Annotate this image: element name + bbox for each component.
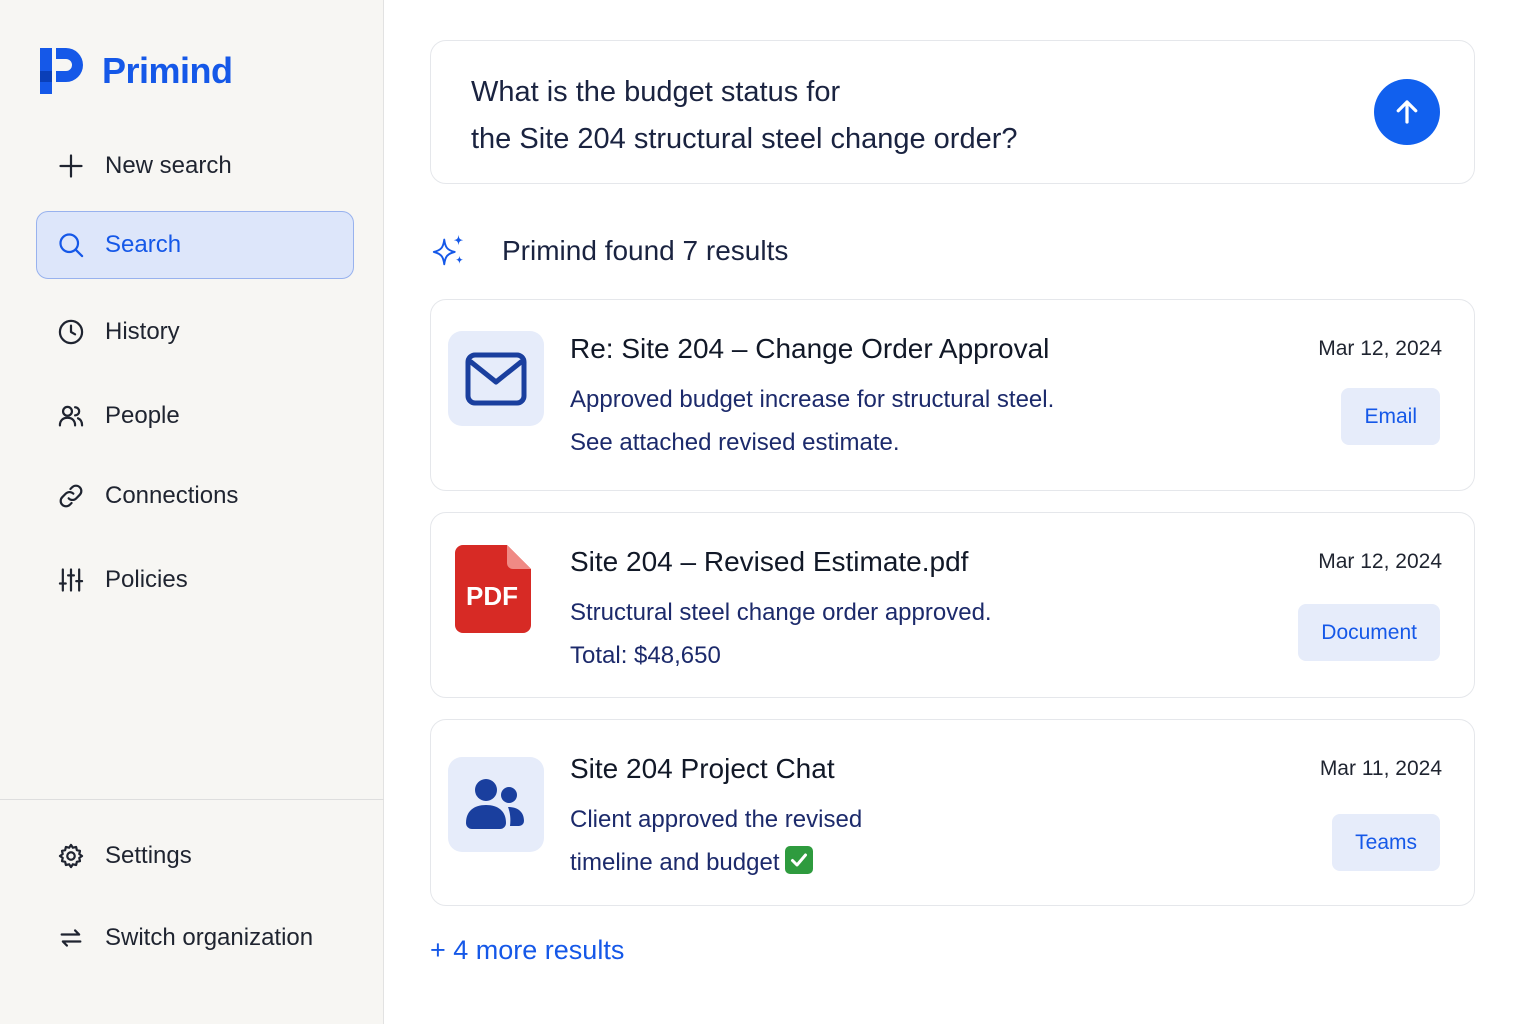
link-icon <box>57 482 85 510</box>
result-title[interactable]: Site 204 – Revised Estimate.pdf <box>570 546 968 578</box>
result-snippet: Approved budget increase for structural … <box>570 378 1190 464</box>
nav-connections[interactable]: Connections <box>36 462 354 530</box>
result-title[interactable]: Site 204 Project Chat <box>570 753 835 785</box>
nav-settings[interactable]: Settings <box>36 822 354 890</box>
results-header: Primind found 7 results <box>430 228 788 274</box>
query-text[interactable]: What is the budget status for the Site 2… <box>471 69 1331 163</box>
nav-label: Connections <box>105 482 239 509</box>
nav-label: History <box>105 318 180 345</box>
send-button[interactable] <box>1374 79 1440 145</box>
primind-logo-icon <box>40 48 83 94</box>
nav-people[interactable]: People <box>36 382 354 450</box>
result-title[interactable]: Re: Site 204 – Change Order Approval <box>570 333 1049 365</box>
result-date: Mar 12, 2024 <box>1318 337 1442 360</box>
arrow-up-icon <box>1396 100 1418 124</box>
nav-label: Search <box>105 231 182 258</box>
snippet-line: Total: $48,650 <box>570 642 721 669</box>
people-icon <box>57 402 85 430</box>
gear-icon <box>57 842 85 870</box>
result-date: Mar 12, 2024 <box>1318 550 1442 573</box>
query-box[interactable]: What is the budget status for the Site 2… <box>430 40 1475 184</box>
result-snippet: Client approved the revised timeline and… <box>570 798 1190 884</box>
nav-search[interactable]: Search <box>36 211 354 279</box>
nav-label: New search <box>105 152 232 179</box>
snippet-line: Structural steel change order approved. <box>570 599 992 626</box>
sliders-icon <box>57 566 85 594</box>
result-snippet: Structural steel change order approved. … <box>570 591 1190 677</box>
clock-icon <box>57 318 85 346</box>
result-type-badge[interactable]: Email <box>1341 388 1440 445</box>
nav-new-search[interactable]: New search <box>36 132 354 200</box>
plus-icon <box>57 152 85 180</box>
team-icon <box>448 757 544 852</box>
logo[interactable]: Primind <box>40 48 233 94</box>
mail-icon <box>448 331 544 426</box>
nav-label: Switch organization <box>105 924 314 951</box>
results-summary: Primind found 7 results <box>502 235 789 266</box>
snippet-line: Approved budget increase for structural … <box>570 386 1055 413</box>
snippet-line-text: timeline and budget <box>570 849 780 876</box>
result-card-email[interactable]: Re: Site 204 – Change Order Approval App… <box>430 299 1475 491</box>
query-line-2: the Site 204 structural steel change ord… <box>471 123 1018 155</box>
sidebar: Primind New search Search History People… <box>0 0 384 1024</box>
snippet-line: Client approved the revised <box>570 806 863 833</box>
nav-switch-organization[interactable]: Switch organization <box>36 904 354 972</box>
swap-icon <box>57 924 85 952</box>
nav-label: Settings <box>105 842 192 869</box>
nav-label: Policies <box>105 566 188 593</box>
pdf-icon: PDF <box>455 545 531 633</box>
snippet-line: timeline and budget <box>570 841 1190 884</box>
check-icon <box>785 846 814 874</box>
snippet-line: See attached revised estimate. <box>570 429 900 456</box>
query-line-1: What is the budget status for <box>471 76 841 108</box>
nav-label: People <box>105 402 180 429</box>
result-type-badge[interactable]: Document <box>1298 604 1440 661</box>
sidebar-divider <box>0 799 384 800</box>
more-results-link[interactable]: + 4 more results <box>430 935 624 966</box>
pdf-icon-label: PDF <box>466 581 518 611</box>
result-card-teams[interactable]: Site 204 Project Chat Client approved th… <box>430 719 1475 906</box>
result-date: Mar 11, 2024 <box>1319 757 1442 780</box>
result-card-document[interactable]: PDF Site 204 – Revised Estimate.pdf Stru… <box>430 512 1475 698</box>
app-name: Primind <box>102 50 233 91</box>
nav-history[interactable]: History <box>36 298 354 366</box>
result-type-badge[interactable]: Teams <box>1332 814 1440 871</box>
search-icon <box>57 231 85 259</box>
sparkle-icon <box>430 232 468 270</box>
nav-policies[interactable]: Policies <box>36 546 354 614</box>
